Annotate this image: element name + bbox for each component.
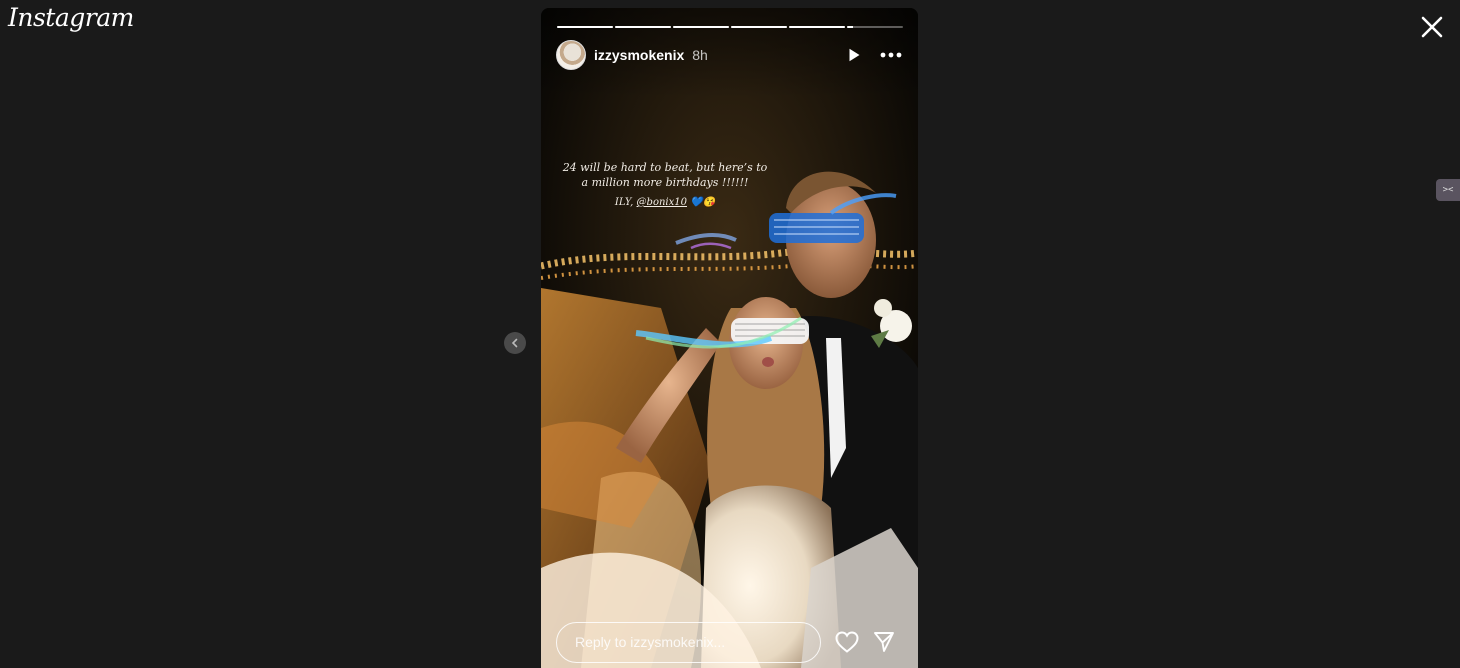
play-icon: [849, 48, 860, 62]
play-button[interactable]: [846, 47, 862, 63]
progress-segment: [615, 26, 671, 28]
story-card[interactable]: izzysmokenix 8h 24 will be hard to beat,…: [541, 8, 918, 668]
story-caption: 24 will be hard to beat, but here’s to a…: [559, 160, 771, 210]
more-options-button[interactable]: [880, 52, 902, 58]
progress-segment: [557, 26, 613, 28]
progress-segment: [789, 26, 845, 28]
avatar[interactable]: [556, 40, 586, 70]
story-progress: [557, 26, 903, 28]
chevron-left-icon: [511, 338, 518, 348]
more-horizontal-icon: [880, 52, 902, 58]
progress-segment-current: [847, 26, 903, 28]
story-header: izzysmokenix 8h: [556, 39, 902, 71]
previous-story-button[interactable]: [504, 332, 526, 354]
caption-line-2: ILY, @bonix10 💙😘: [559, 195, 771, 210]
caption-emoji: 💙😘: [690, 197, 716, 208]
timestamp: 8h: [692, 47, 708, 63]
mention-link[interactable]: @bonix10: [637, 197, 687, 208]
progress-segment: [731, 26, 787, 28]
reply-input[interactable]: [556, 621, 821, 663]
header-actions: [846, 47, 902, 63]
story-photo: [541, 8, 918, 668]
heart-icon: [835, 631, 859, 653]
send-icon: [874, 632, 894, 652]
extension-icon[interactable]: ><: [1436, 179, 1460, 201]
story-viewer: Instagram >< izzysmokenix 8h 24 will be …: [0, 0, 1460, 668]
progress-segment: [673, 26, 729, 28]
share-button[interactable]: [873, 631, 895, 653]
close-icon: [1421, 16, 1443, 38]
instagram-logo[interactable]: Instagram: [8, 3, 134, 32]
close-button[interactable]: [1418, 13, 1446, 41]
caption-line: 24 will be hard to beat, but here’s to a…: [562, 161, 768, 189]
caption-prefix: ILY,: [614, 197, 634, 208]
reply-bar: [556, 621, 906, 663]
username[interactable]: izzysmokenix: [594, 47, 684, 63]
like-button[interactable]: [835, 631, 859, 653]
